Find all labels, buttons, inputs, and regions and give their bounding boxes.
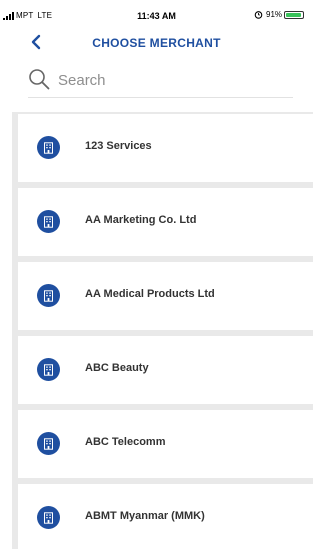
merchant-item[interactable]: ABMT Myanmar (MMK) bbox=[18, 484, 313, 549]
building-icon bbox=[37, 284, 60, 307]
merchant-list: 123 Services AA Marketing Co. Ltd AA Med… bbox=[12, 112, 313, 549]
merchant-name: ABC Telecomm bbox=[85, 436, 166, 448]
battery-percent: 91% bbox=[266, 10, 283, 19]
building-icon bbox=[37, 506, 60, 529]
merchant-item[interactable]: ABC Beauty bbox=[18, 336, 313, 404]
merchant-name: ABC Beauty bbox=[85, 362, 149, 374]
merchant-item[interactable]: AA Medical Products Ltd bbox=[18, 262, 313, 330]
status-right: 91% bbox=[254, 10, 305, 19]
building-icon bbox=[37, 358, 60, 381]
building-icon bbox=[37, 432, 60, 455]
page-title: CHOOSE MERCHANT bbox=[92, 36, 221, 50]
search-bar bbox=[28, 64, 293, 98]
alarm-icon bbox=[254, 11, 263, 19]
building-icon bbox=[37, 210, 60, 233]
merchant-name: 123 Services bbox=[85, 140, 152, 152]
header: CHOOSE MERCHANT bbox=[0, 28, 313, 58]
status-bar: MPT LTE 11:43 AM 91% bbox=[0, 0, 313, 28]
merchant-item[interactable]: ABC Telecomm bbox=[18, 410, 313, 478]
merchant-item[interactable]: 123 Services bbox=[18, 114, 313, 182]
building-icon bbox=[37, 136, 60, 159]
merchant-name: ABMT Myanmar (MMK) bbox=[85, 510, 205, 522]
merchant-item[interactable]: AA Marketing Co. Ltd bbox=[18, 188, 313, 256]
merchant-name: AA Marketing Co. Ltd bbox=[85, 214, 197, 226]
merchant-name: AA Medical Products Ltd bbox=[85, 288, 215, 300]
search-icon bbox=[29, 69, 50, 90]
search-input[interactable] bbox=[58, 68, 286, 92]
battery-icon bbox=[284, 10, 305, 19]
